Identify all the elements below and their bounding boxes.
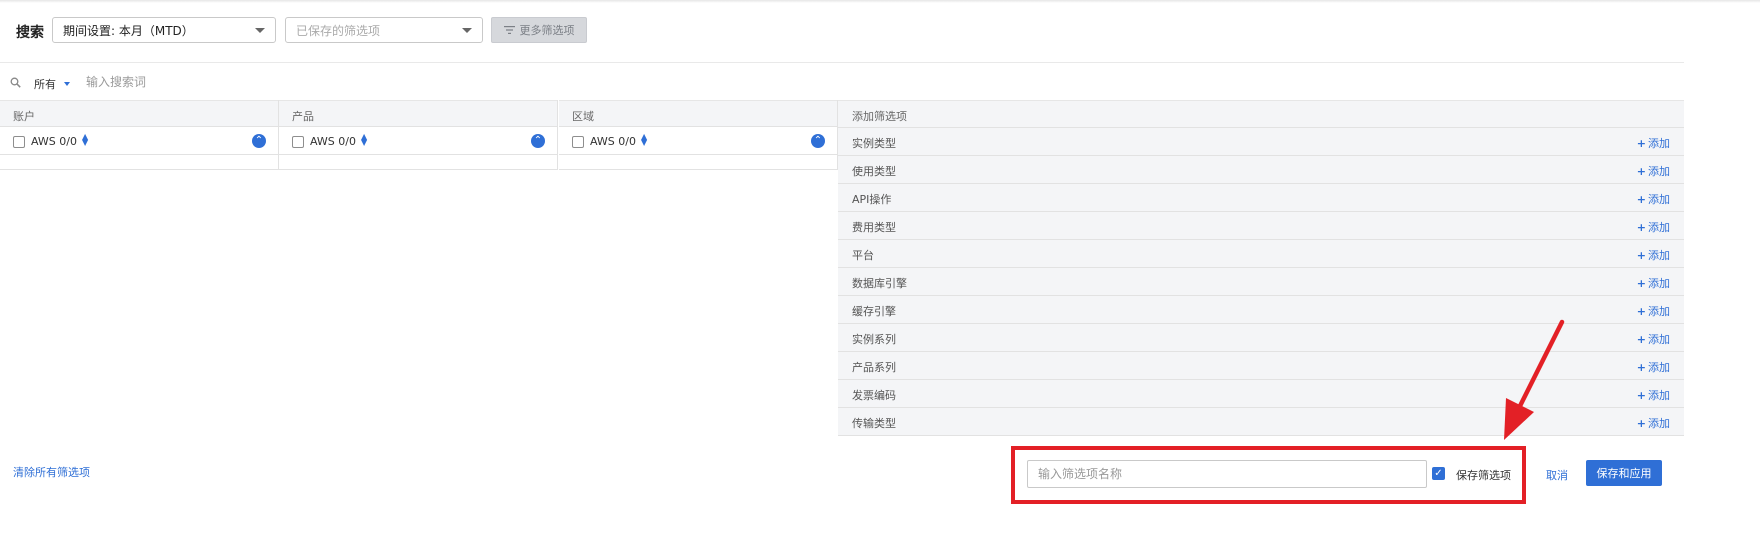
plus-icon: + — [1636, 333, 1646, 346]
sort-icon[interactable]: ▲ ▼ — [361, 133, 367, 147]
period-select[interactable]: 期间设置: 本月（MTD） — [52, 17, 276, 43]
filter-icon — [503, 26, 515, 34]
add-filters-header: 添加筛选项 — [838, 101, 1684, 128]
add-filter-button[interactable]: + 添加 — [1637, 163, 1670, 179]
chevron-down-icon — [255, 28, 265, 33]
divider — [0, 62, 1684, 63]
filter-column-product: 产品 AWS 0/0 ▲ ▼ ⌃ — [279, 100, 558, 170]
add-label: 添加 — [1648, 221, 1670, 234]
add-filter-button[interactable]: + 添加 — [1637, 387, 1670, 403]
plus-icon: + — [1636, 165, 1646, 178]
save-and-apply-button[interactable]: 保存和应用 — [1586, 460, 1662, 486]
add-filter-button[interactable]: + 添加 — [1637, 275, 1670, 291]
row-value: AWS 0/0 — [31, 135, 77, 148]
column-header: 产品 — [279, 100, 557, 127]
search-scope-label: 所有 — [34, 78, 56, 91]
filter-row: AWS 0/0 ▲ ▼ ⌃ — [279, 127, 557, 155]
add-filter-button[interactable]: + 添加 — [1637, 331, 1670, 347]
add-filter-button[interactable]: + 添加 — [1637, 415, 1670, 431]
collapse-up-icon[interactable]: ⌃ — [531, 134, 545, 148]
filter-column-account: 账户 AWS 0/0 ▲ ▼ ⌃ — [0, 100, 279, 170]
collapse-up-icon[interactable]: ⌃ — [811, 134, 825, 148]
plus-icon: + — [1636, 361, 1646, 374]
add-label: 添加 — [1648, 165, 1670, 178]
search-scope-dropdown[interactable]: 所有 — [34, 76, 70, 92]
add-label: 添加 — [1648, 389, 1670, 402]
add-filter-row: 实例类型 + 添加 — [838, 128, 1684, 156]
column-footer — [0, 155, 278, 170]
plus-icon: + — [1636, 249, 1646, 262]
row-checkbox[interactable] — [13, 136, 25, 148]
filter-name-label: 缓存引擎 — [852, 305, 896, 318]
add-filter-row: 使用类型 + 添加 — [838, 156, 1684, 184]
column-footer — [559, 155, 837, 170]
column-header: 区域 — [559, 100, 837, 127]
plus-icon: + — [1636, 305, 1646, 318]
top-shadow — [0, 0, 1760, 3]
annotation-arrow — [1504, 319, 1565, 440]
filter-name-label: 使用类型 — [852, 165, 896, 178]
filter-name-label: 传输类型 — [852, 417, 896, 430]
add-filter-row: API操作 + 添加 — [838, 184, 1684, 212]
add-label: 添加 — [1648, 249, 1670, 262]
saved-filters-placeholder: 已保存的筛选项 — [296, 23, 381, 38]
row-value: AWS 0/0 — [590, 135, 636, 148]
clear-all-filters-link[interactable]: 清除所有筛选项 — [13, 464, 90, 480]
add-label: 添加 — [1648, 193, 1670, 206]
filter-column-region: 区域 AWS 0/0 ▲ ▼ ⌃ — [559, 100, 838, 170]
plus-icon: + — [1636, 417, 1646, 430]
search-label: 搜索 — [16, 25, 44, 41]
plus-icon: + — [1636, 137, 1646, 150]
cancel-button[interactable]: 取消 — [1546, 467, 1568, 483]
add-label: 添加 — [1648, 417, 1670, 430]
plus-icon: + — [1636, 193, 1646, 206]
search-icon — [10, 77, 21, 88]
row-value: AWS 0/0 — [310, 135, 356, 148]
add-filter-button[interactable]: + 添加 — [1637, 303, 1670, 319]
add-label: 添加 — [1648, 305, 1670, 318]
more-filters-label: 更多筛选项 — [519, 24, 575, 37]
filter-name-label: 数据库引擎 — [852, 277, 907, 290]
search-input[interactable] — [86, 72, 386, 92]
filter-row: AWS 0/0 ▲ ▼ ⌃ — [559, 127, 837, 155]
add-filter-button[interactable]: + 添加 — [1637, 219, 1670, 235]
sort-icon[interactable]: ▲ ▼ — [641, 133, 647, 147]
add-label: 添加 — [1648, 137, 1670, 150]
add-filter-row: 数据库引擎 + 添加 — [838, 268, 1684, 296]
add-filter-row: 费用类型 + 添加 — [838, 212, 1684, 240]
chevron-down-icon — [462, 28, 472, 33]
plus-icon: + — [1636, 389, 1646, 402]
plus-icon: + — [1636, 277, 1646, 290]
filter-name-label: 费用类型 — [852, 221, 896, 234]
add-label: 添加 — [1648, 333, 1670, 346]
add-label: 添加 — [1648, 361, 1670, 374]
period-select-value: 期间设置: 本月（MTD） — [63, 23, 194, 38]
filter-name-input[interactable] — [1027, 460, 1427, 488]
caret-down-icon — [64, 82, 70, 86]
add-label: 添加 — [1648, 277, 1670, 290]
collapse-up-icon[interactable]: ⌃ — [252, 134, 266, 148]
add-filter-button[interactable]: + 添加 — [1637, 191, 1670, 207]
add-filter-button[interactable]: + 添加 — [1637, 359, 1670, 375]
plus-icon: + — [1636, 221, 1646, 234]
more-filters-button[interactable]: 更多筛选项 — [491, 17, 587, 43]
filter-row: AWS 0/0 ▲ ▼ ⌃ — [0, 127, 278, 155]
column-header: 账户 — [0, 100, 278, 127]
saved-filters-select[interactable]: 已保存的筛选项 — [285, 17, 483, 43]
filter-name-label: 实例类型 — [852, 137, 896, 150]
add-filter-button[interactable]: + 添加 — [1637, 247, 1670, 263]
filter-name-label: 产品系列 — [852, 361, 896, 374]
save-filter-label: 保存筛选项 — [1456, 469, 1511, 482]
sort-icon[interactable]: ▲ ▼ — [82, 133, 88, 147]
row-checkbox[interactable] — [572, 136, 584, 148]
save-filter-checkbox[interactable]: ✓ — [1432, 467, 1445, 480]
column-footer — [279, 155, 557, 170]
add-filter-row: 平台 + 添加 — [838, 240, 1684, 268]
filter-name-label: API操作 — [852, 193, 892, 206]
filter-name-label: 实例系列 — [852, 333, 896, 346]
row-checkbox[interactable] — [292, 136, 304, 148]
filter-name-label: 平台 — [852, 249, 874, 262]
filter-name-label: 发票编码 — [852, 389, 896, 402]
add-filter-button[interactable]: + 添加 — [1637, 135, 1670, 151]
